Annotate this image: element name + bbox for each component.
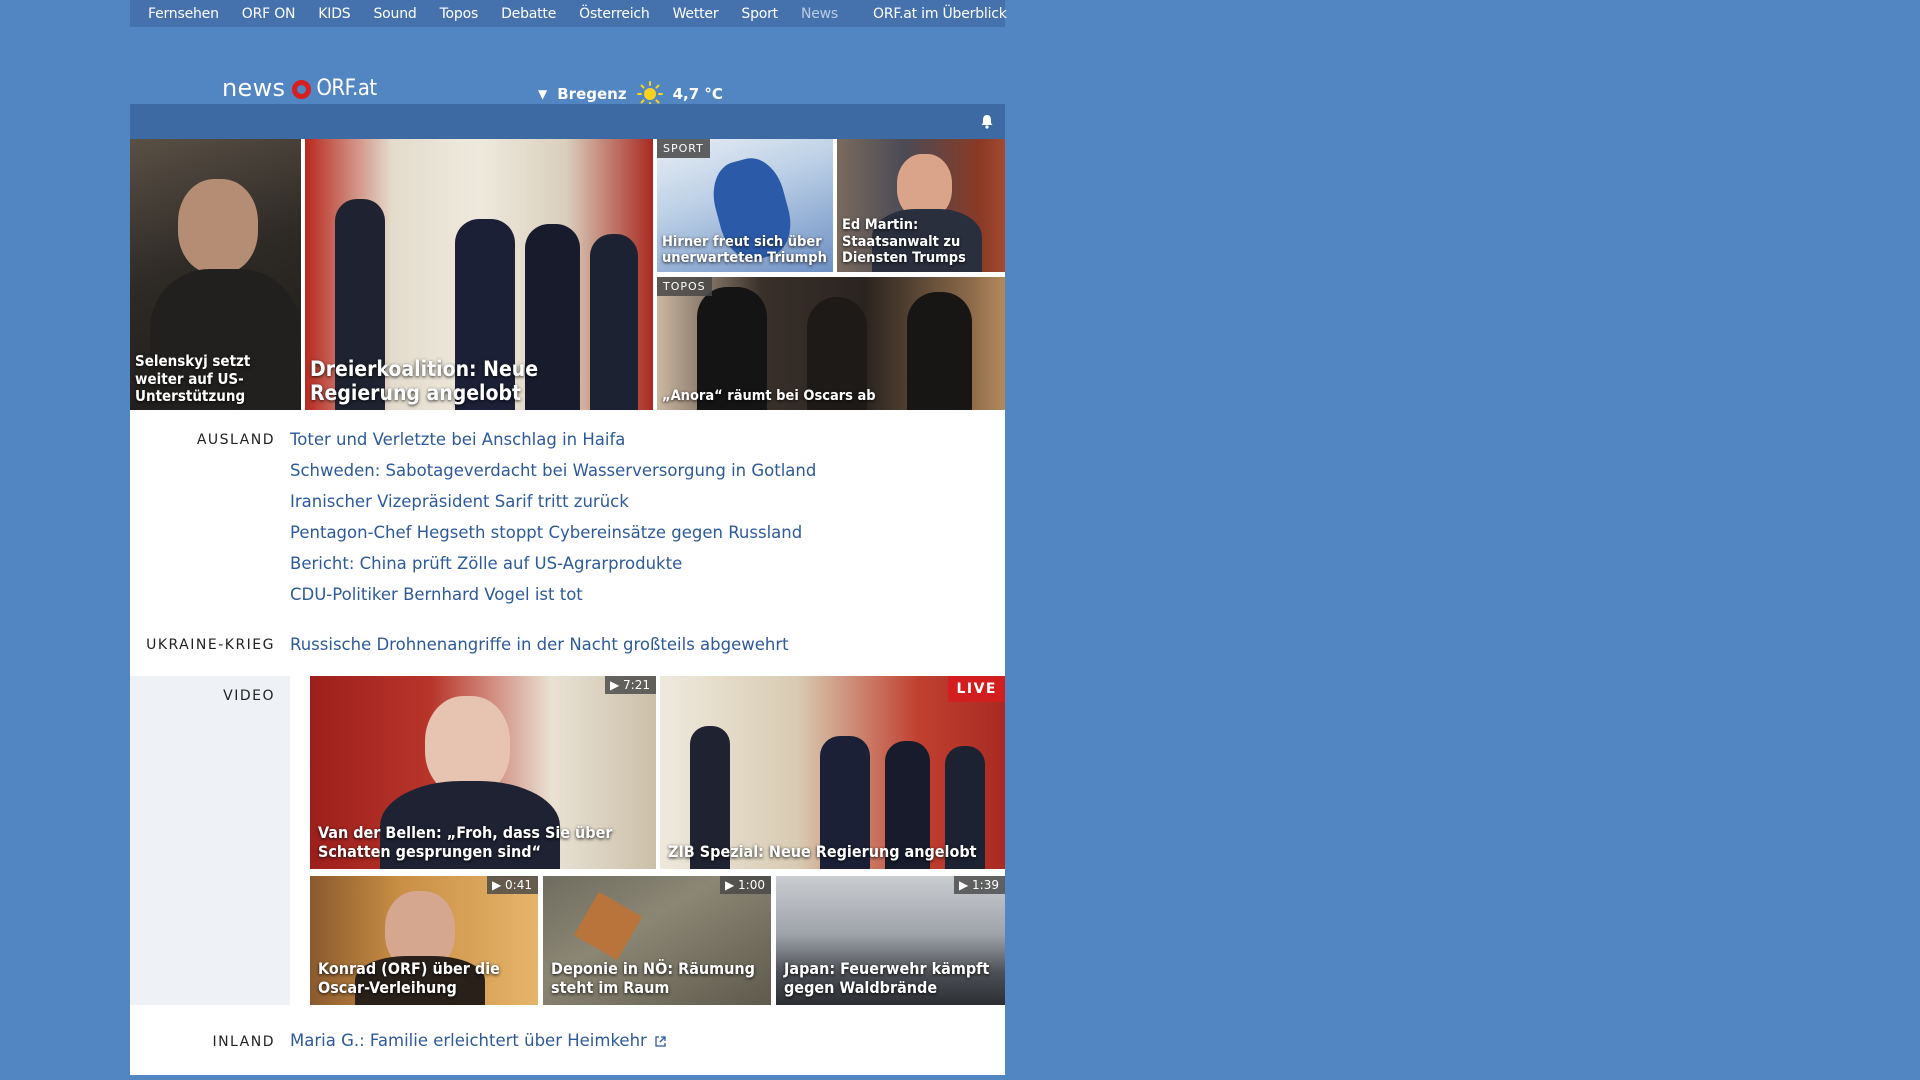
hero-tile-ed-martin[interactable]: Ed Martin: Staatsanwalt zu Diensten Trum…	[837, 139, 1005, 272]
duration-text: 7:21	[623, 678, 650, 692]
bell-icon[interactable]	[980, 114, 994, 129]
video-caption: Japan: Feuerwehr kämpft gegen Waldbrände	[784, 958, 990, 997]
video-duration: ▶ 0:41	[487, 876, 538, 894]
news-list: AUSLAND Toter und Verletzte bei Anschlag…	[130, 410, 1005, 1075]
headline-link[interactable]: Pentagon-Chef Hegseth stoppt Cybereinsät…	[290, 517, 1005, 548]
video-tile-konrad[interactable]: ▶ 0:41 Konrad (ORF) über die Oscar-Verle…	[310, 876, 538, 1005]
orf-top-navigation: Fernsehen ORF ON KIDS Sound Topos Debatt…	[130, 0, 1007, 27]
nav-fernsehen[interactable]: Fernsehen	[148, 6, 219, 22]
site-header: news ORF.at ▼ Bregenz 4,7 °C	[130, 27, 1005, 107]
nav-sport[interactable]: Sport	[741, 6, 778, 22]
hero-caption: Dreierkoalition: Neue Regierung angelobt	[310, 356, 539, 405]
nav-sound[interactable]: Sound	[373, 6, 416, 22]
debris-shape	[573, 891, 643, 961]
headline-list: Maria G.: Familie erleichtert über Heimk…	[290, 1025, 1005, 1075]
section-label: UKRAINE-KRIEG	[146, 637, 275, 653]
video-tile-zib-spezial[interactable]: LIVE ZIB Spezial: Neue Regierung angelob…	[660, 676, 1005, 869]
headline-link[interactable]: Russische Drohnenangriffe in der Nacht g…	[290, 629, 1005, 660]
headline-link[interactable]: Maria G.: Familie erleichtert über Heimk…	[290, 1025, 666, 1056]
external-link-icon	[655, 1036, 666, 1047]
section-tag: SPORT	[657, 139, 710, 158]
video-caption: ZIB Spezial: Neue Regierung angelobt	[668, 841, 977, 861]
video-caption: Van der Bellen: „Froh, dass Sie über Sch…	[318, 822, 613, 861]
nav-overview[interactable]: ORF.at im Überblick	[873, 6, 1007, 22]
video-tile-van-der-bellen[interactable]: ▶ 7:21 Van der Bellen: „Froh, dass Sie ü…	[310, 676, 656, 869]
headline-link[interactable]: Bericht: China prüft Zölle auf US-Agrarp…	[290, 548, 1005, 579]
headline-link[interactable]: Iranischer Vizepräsident Sarif tritt zur…	[290, 486, 1005, 517]
section-label: AUSLAND	[196, 432, 275, 448]
video-caption: Konrad (ORF) über die Oscar-Verleihung	[318, 958, 500, 997]
nav-news-current[interactable]: News	[801, 6, 838, 22]
live-badge: LIVE	[948, 676, 1005, 702]
duration-text: 1:39	[972, 878, 999, 892]
hero-caption: Ed Martin: Staatsanwalt zu Diensten Trum…	[842, 216, 966, 267]
section-label: INLAND	[212, 1034, 275, 1050]
hero-tile-anora[interactable]: TOPOS „Anora“ räumt bei Oscars ab	[657, 277, 1005, 410]
weather-city[interactable]: Bregenz	[557, 85, 626, 103]
hero-caption: Selenskyj setzt weiter auf US-Unterstütz…	[135, 352, 251, 405]
hero-tile-hirner[interactable]: SPORT Hirner freut sich über unerwartete…	[657, 139, 833, 272]
nav-debatte[interactable]: Debatte	[501, 6, 556, 22]
section-ukraine-krieg: UKRAINE-KRIEG Russische Drohnenangriffe …	[130, 610, 1005, 676]
section-label: VIDEO	[130, 676, 290, 1005]
notification-bar	[130, 104, 1005, 139]
nav-wetter[interactable]: Wetter	[673, 6, 719, 22]
nav-kids[interactable]: KIDS	[318, 6, 350, 22]
orf-ring-icon	[292, 79, 312, 99]
duration-text: 0:41	[505, 878, 532, 892]
section-tag: TOPOS	[657, 277, 712, 296]
logo-orf-text: ORF.at	[316, 75, 377, 101]
chevron-down-icon[interactable]: ▼	[538, 87, 547, 101]
headline-link[interactable]: Toter und Verletzte bei Anschlag in Haif…	[290, 424, 1005, 455]
video-duration: ▶ 1:00	[720, 876, 771, 894]
headline-text: Maria G.: Familie erleichtert über Heimk…	[290, 1031, 647, 1050]
weather-temperature: 4,7 °C	[672, 85, 723, 103]
hero-caption: Hirner freut sich über unerwarteten Triu…	[662, 233, 827, 267]
video-tile-deponie[interactable]: ▶ 1:00 Deponie in NÖ: Räumung steht im R…	[543, 876, 771, 1005]
video-duration: ▶ 7:21	[605, 676, 656, 694]
news-orf-logo[interactable]: news ORF.at	[222, 74, 377, 102]
headline-list: Russische Drohnenangriffe in der Nacht g…	[290, 629, 1005, 660]
page-column: Fernsehen ORF ON KIDS Sound Topos Debatt…	[130, 0, 1007, 1075]
headline-link[interactable]: CDU-Politiker Bernhard Vogel ist tot	[290, 579, 1005, 610]
nav-orf-on[interactable]: ORF ON	[242, 6, 296, 22]
hero-tile-regierung[interactable]: Dreierkoalition: Neue Regierung angelobt	[305, 139, 653, 410]
logo-news-text: news	[222, 74, 286, 102]
hero-tile-selenskyj[interactable]: Selenskyj setzt weiter auf US-Unterstütz…	[130, 139, 301, 410]
headline-link[interactable]: Schweden: Sabotageverdacht bei Wasserver…	[290, 455, 1005, 486]
section-video: VIDEO ▶ 7:21 Van der Bellen: „Froh, dass…	[130, 676, 1005, 1005]
section-ausland: AUSLAND Toter und Verletzte bei Anschlag…	[130, 410, 1005, 610]
section-inland: INLAND Maria G.: Familie erleichtert übe…	[130, 1005, 1005, 1075]
video-tile-japan[interactable]: ▶ 1:39 Japan: Feuerwehr kämpft gegen Wal…	[776, 876, 1005, 1005]
hero-caption: „Anora“ räumt bei Oscars ab	[662, 388, 876, 405]
hero-teasers: Selenskyj setzt weiter auf US-Unterstütz…	[130, 139, 1005, 410]
nav-oesterreich[interactable]: Österreich	[579, 6, 650, 22]
video-duration: ▶ 1:39	[954, 876, 1005, 894]
headline-list: Toter und Verletzte bei Anschlag in Haif…	[290, 424, 1005, 610]
video-caption: Deponie in NÖ: Räumung steht im Raum	[551, 958, 755, 997]
portrait-shape	[178, 179, 258, 274]
duration-text: 1:00	[738, 878, 765, 892]
video-grid: ▶ 7:21 Van der Bellen: „Froh, dass Sie ü…	[290, 676, 1005, 1005]
nav-topos[interactable]: Topos	[440, 6, 479, 22]
